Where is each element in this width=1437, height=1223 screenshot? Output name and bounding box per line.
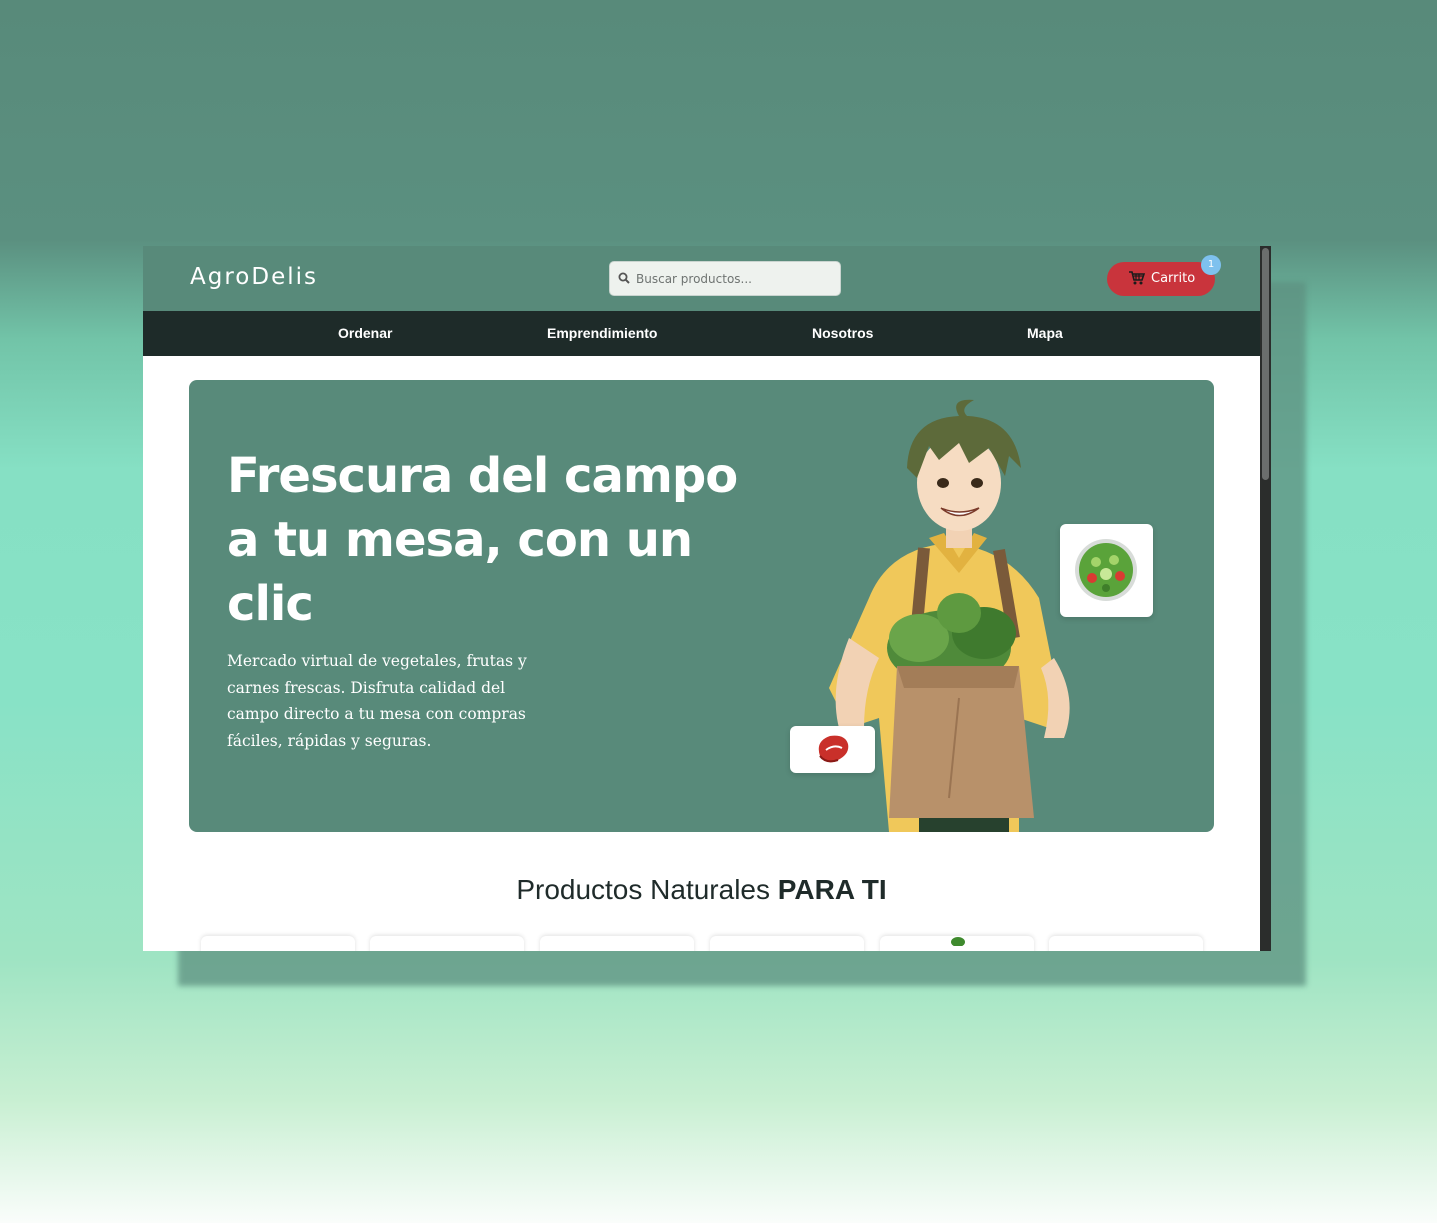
product-card[interactable] xyxy=(540,936,694,951)
salad-card xyxy=(1060,524,1153,617)
steak-card xyxy=(790,726,875,773)
cart-count-badge: 1 xyxy=(1201,255,1221,275)
scrollbar[interactable] xyxy=(1260,246,1271,951)
main-nav: Ordenar Emprendimiento Nosotros Mapa xyxy=(143,311,1260,356)
products-title-bold: PARA TI xyxy=(777,874,887,905)
product-card[interactable] xyxy=(1049,936,1203,951)
hero-description: Mercado virtual de vegetales, frutas y c… xyxy=(227,652,527,750)
products-section-title: Productos Naturales PARA TI xyxy=(143,874,1260,906)
products-title-regular: Productos Naturales xyxy=(516,874,770,905)
product-card[interactable] xyxy=(710,936,864,951)
search-input[interactable] xyxy=(636,262,836,295)
scrollbar-thumb[interactable] xyxy=(1262,248,1269,480)
nav-item-mapa[interactable]: Mapa xyxy=(1027,325,1063,341)
steak-icon xyxy=(818,735,849,763)
browser-window: AgroDelis Carrito 1 Ordenar Emprendimien… xyxy=(143,246,1271,951)
search-icon xyxy=(618,272,630,284)
site-header: AgroDelis Carrito 1 xyxy=(143,246,1260,311)
hero-title: Frescura del campo a tu mesa, con un cli… xyxy=(227,448,738,632)
product-card[interactable] xyxy=(880,936,1034,951)
product-card[interactable] xyxy=(370,936,524,951)
search-box[interactable] xyxy=(609,261,841,296)
cart-button[interactable]: Carrito xyxy=(1107,262,1215,296)
site-logo[interactable]: AgroDelis xyxy=(190,264,318,290)
salad-icon xyxy=(1075,539,1137,601)
leaf-icon xyxy=(951,937,965,946)
hero-banner: Frescura del campo a tu mesa, con un cli… xyxy=(189,380,1214,832)
cart-icon xyxy=(1129,271,1145,285)
cart-label: Carrito xyxy=(1151,271,1196,286)
nav-item-nosotros[interactable]: Nosotros xyxy=(812,325,873,341)
nav-item-emprendimiento[interactable]: Emprendimiento xyxy=(547,325,657,341)
nav-item-ordenar[interactable]: Ordenar xyxy=(338,325,392,341)
product-card[interactable] xyxy=(201,936,355,951)
